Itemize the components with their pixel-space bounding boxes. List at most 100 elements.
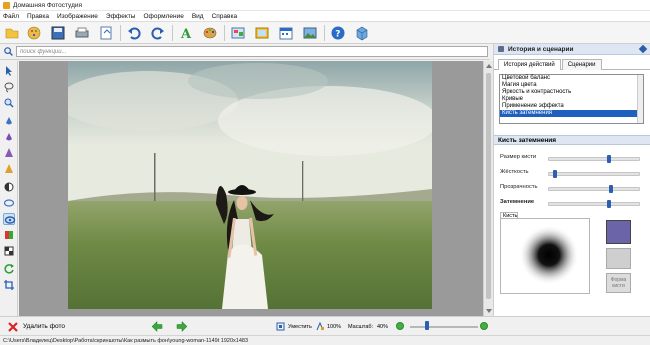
zoom-tool-icon[interactable]	[3, 97, 15, 109]
export-icon[interactable]	[98, 25, 114, 41]
history-tabs: История действий Сценарии	[494, 55, 650, 70]
toolbar-divider	[120, 25, 121, 41]
svg-text:A: A	[180, 27, 192, 41]
darken-brush-tool-icon[interactable]	[3, 213, 16, 225]
tab-action-history[interactable]: История действий	[498, 59, 561, 70]
scale-value: 40%	[377, 324, 389, 330]
calendar-icon[interactable]	[278, 25, 294, 41]
history-panel-header: История и сценарии	[494, 44, 650, 55]
brush-size-slider[interactable]	[548, 155, 640, 163]
param-opacity: Прозрачность	[500, 184, 640, 194]
param-darken: Затемнение	[500, 199, 640, 209]
brush-panel-header: Кисть затемнения	[494, 135, 650, 145]
layers-tool-icon[interactable]	[3, 245, 15, 257]
palette-icon[interactable]	[26, 25, 42, 41]
bottom-bar: Удалить фото Уместить 100% Масштаб: 40%	[0, 316, 650, 335]
fit-icon[interactable]	[276, 322, 285, 331]
next-arrow-icon[interactable]	[176, 320, 188, 333]
dropper-tool-icon[interactable]	[3, 115, 15, 127]
panel-collapse-icon[interactable]	[498, 46, 504, 52]
frame-icon[interactable]	[254, 25, 270, 41]
history-panel-title: История и сценарии	[508, 45, 574, 53]
tab-scenarios[interactable]: Сценарии	[561, 59, 602, 70]
print-icon[interactable]	[74, 25, 90, 41]
smudge-tool-icon[interactable]	[3, 163, 15, 175]
search-bar	[0, 44, 490, 60]
scroll-down-icon[interactable]	[486, 309, 492, 313]
blur-tool-icon[interactable]	[3, 197, 15, 209]
delete-photo-button[interactable]: Удалить фото	[23, 323, 65, 330]
color-tool-icon[interactable]	[3, 229, 15, 241]
slider-thumb[interactable]	[607, 155, 612, 163]
slider-thumb[interactable]	[607, 200, 612, 208]
delete-icon[interactable]	[8, 322, 18, 332]
menu-view[interactable]: Вид	[192, 13, 204, 20]
fit-button[interactable]: Уместить	[288, 324, 312, 330]
search-icon	[4, 47, 13, 56]
help-icon[interactable]: ?	[330, 25, 346, 41]
drop-purple-tool-icon[interactable]	[3, 131, 15, 143]
title-bar: Домашняя Фотостудия	[0, 0, 650, 11]
art-palette-icon[interactable]	[202, 25, 218, 41]
menu-effects[interactable]: Эффекты	[106, 13, 136, 20]
open-folder-icon[interactable]	[4, 25, 20, 41]
scroll-thumb[interactable]	[486, 73, 491, 299]
save-icon[interactable]	[50, 25, 66, 41]
previous-arrow-icon[interactable]	[151, 320, 163, 333]
app-icon	[3, 1, 10, 9]
menu-file[interactable]: Файл	[3, 13, 19, 20]
opacity-slider[interactable]	[548, 185, 640, 193]
zoom-in-icon[interactable]	[480, 322, 488, 330]
slider-thumb[interactable]	[553, 170, 558, 178]
menu-image[interactable]: Изображение	[57, 13, 98, 20]
rotate-tool-icon[interactable]	[3, 263, 15, 275]
menu-design[interactable]: Оформление	[143, 13, 183, 20]
pointer-tool-icon[interactable]	[3, 65, 15, 77]
photo-canvas[interactable]	[68, 61, 432, 309]
status-bar: C:\Users\Владелец\Desktop\Работа\скриншо…	[0, 335, 650, 345]
history-item[interactable]: Цветовой баланс	[500, 75, 643, 82]
hardness-slider[interactable]	[548, 170, 640, 178]
menu-edit[interactable]: Правка	[27, 13, 49, 20]
darken-slider[interactable]	[548, 200, 640, 208]
svg-text:?: ?	[335, 30, 340, 40]
zoom-out-icon[interactable]	[396, 322, 404, 330]
param-label: Затемнение	[500, 199, 535, 205]
pin-icon[interactable]	[638, 44, 648, 54]
menu-help[interactable]: Справка	[212, 13, 238, 20]
sharpen-tool-icon[interactable]	[3, 147, 15, 159]
history-item[interactable]: Применение эффекта	[500, 103, 643, 110]
zoom-slider-thumb[interactable]	[424, 321, 429, 330]
text-icon[interactable]: A	[178, 25, 194, 42]
brush-preview	[500, 218, 590, 294]
left-toolbox	[0, 61, 18, 316]
actual-size-icon[interactable]	[316, 321, 325, 331]
scroll-up-icon[interactable]	[486, 64, 492, 68]
zoom-100-button[interactable]: 100%	[327, 324, 341, 330]
menu-bar: Файл Правка Изображение Эффекты Оформлен…	[0, 11, 650, 22]
scale-label: Масштаб:	[348, 324, 374, 330]
crop-tool-icon[interactable]	[3, 279, 15, 291]
brush-color-swatch[interactable]	[606, 220, 631, 244]
toolbar-divider	[172, 25, 173, 41]
param-brush-size: Размер кисти	[500, 154, 640, 164]
canvas-vertical-scrollbar[interactable]	[483, 61, 493, 316]
zoom-slider[interactable]	[410, 326, 478, 328]
lasso-tool-icon[interactable]	[3, 81, 15, 93]
history-item[interactable]: Магия цвета	[500, 82, 643, 89]
secondary-swatch[interactable]	[606, 248, 631, 269]
dodge-tool-icon[interactable]	[3, 181, 15, 193]
collage-icon[interactable]	[230, 25, 246, 41]
postcard-icon[interactable]	[302, 25, 318, 41]
undo-icon[interactable]	[126, 25, 142, 41]
redo-icon[interactable]	[150, 25, 166, 41]
box-icon[interactable]	[354, 25, 370, 41]
history-item[interactable]: Кривые	[500, 96, 643, 103]
function-search-input[interactable]	[16, 46, 488, 57]
history-item-selected[interactable]: Кисть затемнения	[500, 110, 643, 117]
right-panel: История и сценарии История действий Сцен…	[493, 44, 650, 316]
history-item[interactable]: Яркость и контрастность	[500, 89, 643, 96]
brush-form-button[interactable]: Форма кисти	[606, 273, 631, 293]
history-scrollbar[interactable]	[637, 75, 643, 123]
slider-thumb[interactable]	[609, 185, 614, 193]
